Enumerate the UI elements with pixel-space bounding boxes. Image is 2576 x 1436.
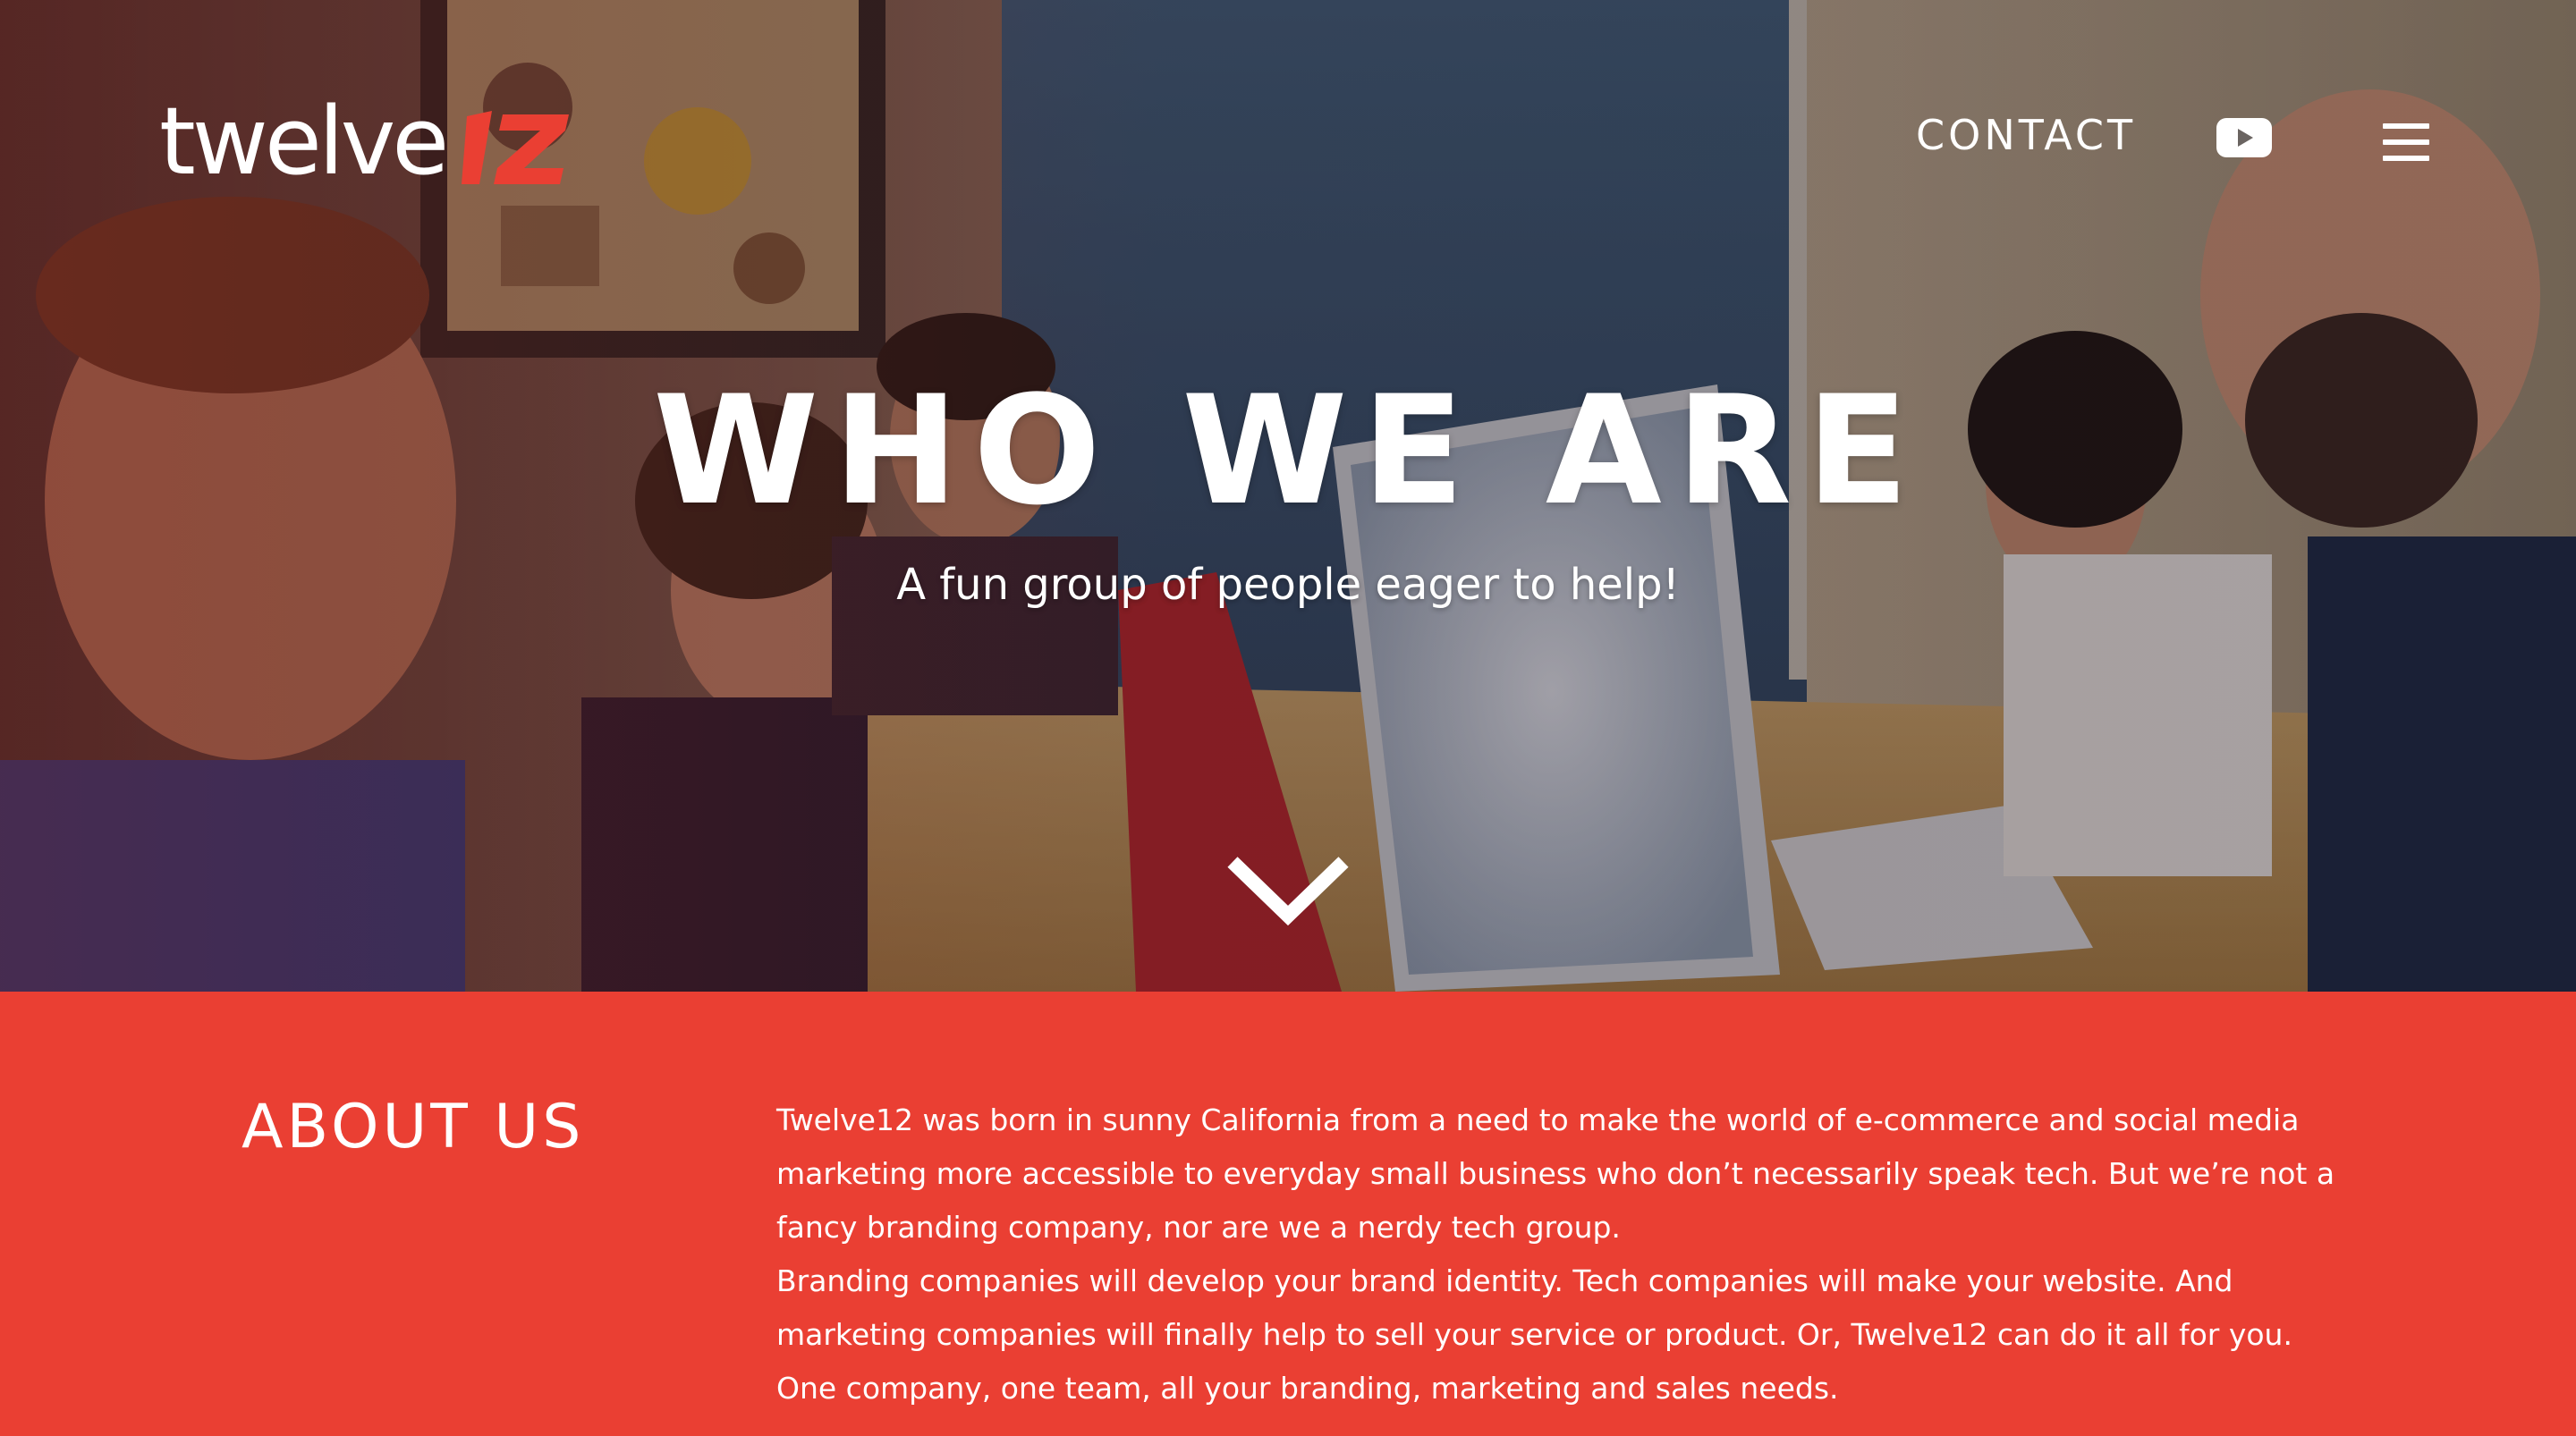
nav-contact-link[interactable]: CONTACT — [1916, 111, 2136, 159]
brand-logo[interactable]: twelve — [159, 89, 572, 188]
chevron-down-icon[interactable] — [1225, 849, 1351, 930]
youtube-icon[interactable] — [2216, 118, 2272, 157]
hero-section: twelve CONTACT WHO WE ARE A fun group of… — [0, 0, 2576, 992]
page: twelve CONTACT WHO WE ARE A fun group of… — [0, 0, 2576, 1436]
about-paragraph: Twelve12 was born in sunny California fr… — [776, 1102, 2335, 1245]
about-paragraph: One company, one team, all your branding… — [776, 1371, 1839, 1406]
about-section: ABOUT US Twelve12 was born in sunny Cali… — [0, 992, 2576, 1436]
about-heading: ABOUT US — [242, 1092, 585, 1162]
about-body: Twelve12 was born in sunny California fr… — [776, 1094, 2368, 1415]
hero-title: WHO WE ARE — [653, 363, 1923, 538]
hero-subtitle: A fun group of people eager to help! — [896, 560, 1680, 610]
about-paragraph: Branding companies will develop your bra… — [776, 1263, 2292, 1352]
logo-wordmark: twelve — [159, 87, 449, 196]
logo-12-mark-icon — [462, 111, 570, 184]
hamburger-menu-icon[interactable] — [2383, 123, 2429, 161]
